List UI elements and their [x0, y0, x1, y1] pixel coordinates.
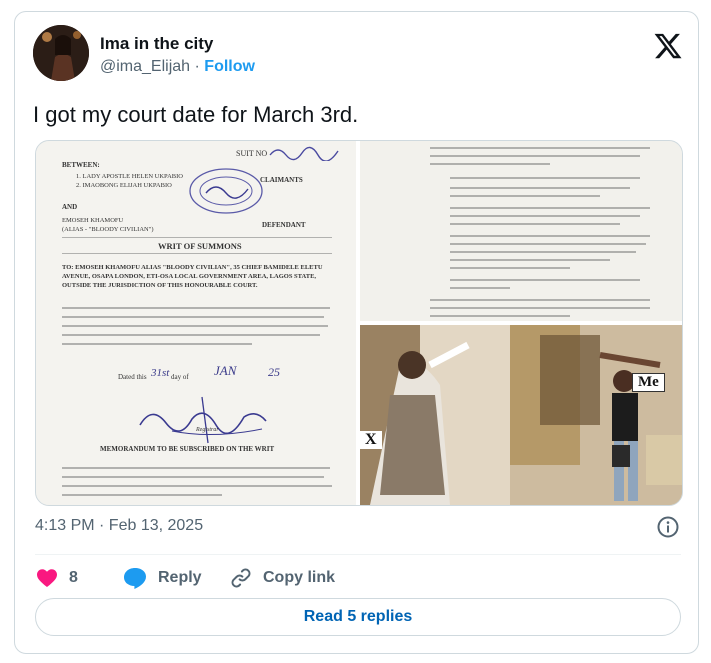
label-x: X [360, 431, 382, 449]
label-me: Me [632, 373, 665, 392]
info-icon[interactable] [656, 515, 680, 539]
doc-dated-month: JAN [214, 363, 237, 378]
actions-separator [35, 554, 681, 555]
heart-icon [37, 569, 57, 587]
court-document-page-2[interactable] [360, 141, 682, 321]
copy-link-label: Copy link [263, 569, 336, 586]
doc-claimant-1: 1. LADY APOSTLE HELEN UKPABIO [76, 173, 183, 180]
writ-of-summons-document[interactable]: SUIT NO BETWEEN: 1. LADY APOSTLE HELEN U… [36, 141, 356, 505]
handwriting-suit-number [269, 146, 339, 161]
doc-and: AND [62, 203, 78, 211]
doc-dated-day: 31st [151, 367, 170, 379]
reply-button[interactable]: Reply [122, 563, 202, 593]
tweet-text: I got my court date for March 3rd. [33, 102, 359, 127]
photo-scene [360, 325, 682, 505]
doc-title: WRIT OF SUMMONS [158, 241, 242, 251]
doc-addressee: TO: EMOSEH KHAMOFU ALIAS "BLOODY CIVILIA… [62, 264, 323, 289]
read-replies-button[interactable]: Read 5 replies [35, 598, 681, 636]
reply-bubble-icon [124, 568, 146, 589]
doc-registrar: Registrar [196, 427, 219, 433]
doc-dated-label: Dated this [118, 373, 147, 381]
court-stamp [189, 168, 263, 214]
doc-defendant-alias: (ALIAS - "BLOODY CIVILIAN") [62, 226, 154, 233]
doc-defendant-name: EMOSEH KHAMOFU [62, 217, 124, 224]
tweet-actions: 8 Reply Copy link [35, 563, 681, 593]
x-logo-icon[interactable] [653, 31, 683, 61]
like-button[interactable]: 8 [35, 563, 78, 593]
avatar[interactable] [33, 25, 89, 81]
tweet-card: Ima in the city @ima_Elijah · Follow I g… [14, 11, 699, 654]
dot-separator: · [194, 58, 200, 75]
tweet-timestamp[interactable]: 4:13 PM · Feb 13, 2025 [35, 517, 203, 535]
doc-dated-year: 25 [268, 365, 280, 379]
follow-button[interactable]: Follow [204, 58, 255, 75]
reply-label: Reply [158, 569, 202, 586]
like-count: 8 [69, 569, 78, 586]
doc-memo: MEMORANDUM TO BE SUBSCRIBED ON THE WRIT [100, 445, 275, 453]
copy-link-button[interactable]: Copy link [229, 563, 335, 593]
link-icon [231, 568, 251, 588]
author-handle-row: @ima_Elijah · Follow [100, 58, 255, 76]
doc-between: BETWEEN: [62, 161, 100, 169]
doc-defendant-label: DEFENDANT [262, 221, 306, 229]
author-name[interactable]: Ima in the city [100, 34, 213, 54]
tweet-header: Ima in the city @ima_Elijah · Follow [33, 25, 683, 87]
doc-claimant-2: 2. IMAOBONG ELIJAH UKPABIO [76, 182, 172, 189]
author-handle[interactable]: @ima_Elijah [100, 58, 190, 75]
doc-dated-of: day of [171, 373, 189, 381]
doc-claimants-label: CLAIMANTS [260, 176, 303, 184]
doc-suit-no: SUIT NO [236, 149, 268, 158]
tweet-media[interactable]: SUIT NO BETWEEN: 1. LADY APOSTLE HELEN U… [35, 140, 683, 506]
movie-scene-photo[interactable]: Me X [360, 325, 682, 505]
registrar-signature [139, 396, 267, 444]
